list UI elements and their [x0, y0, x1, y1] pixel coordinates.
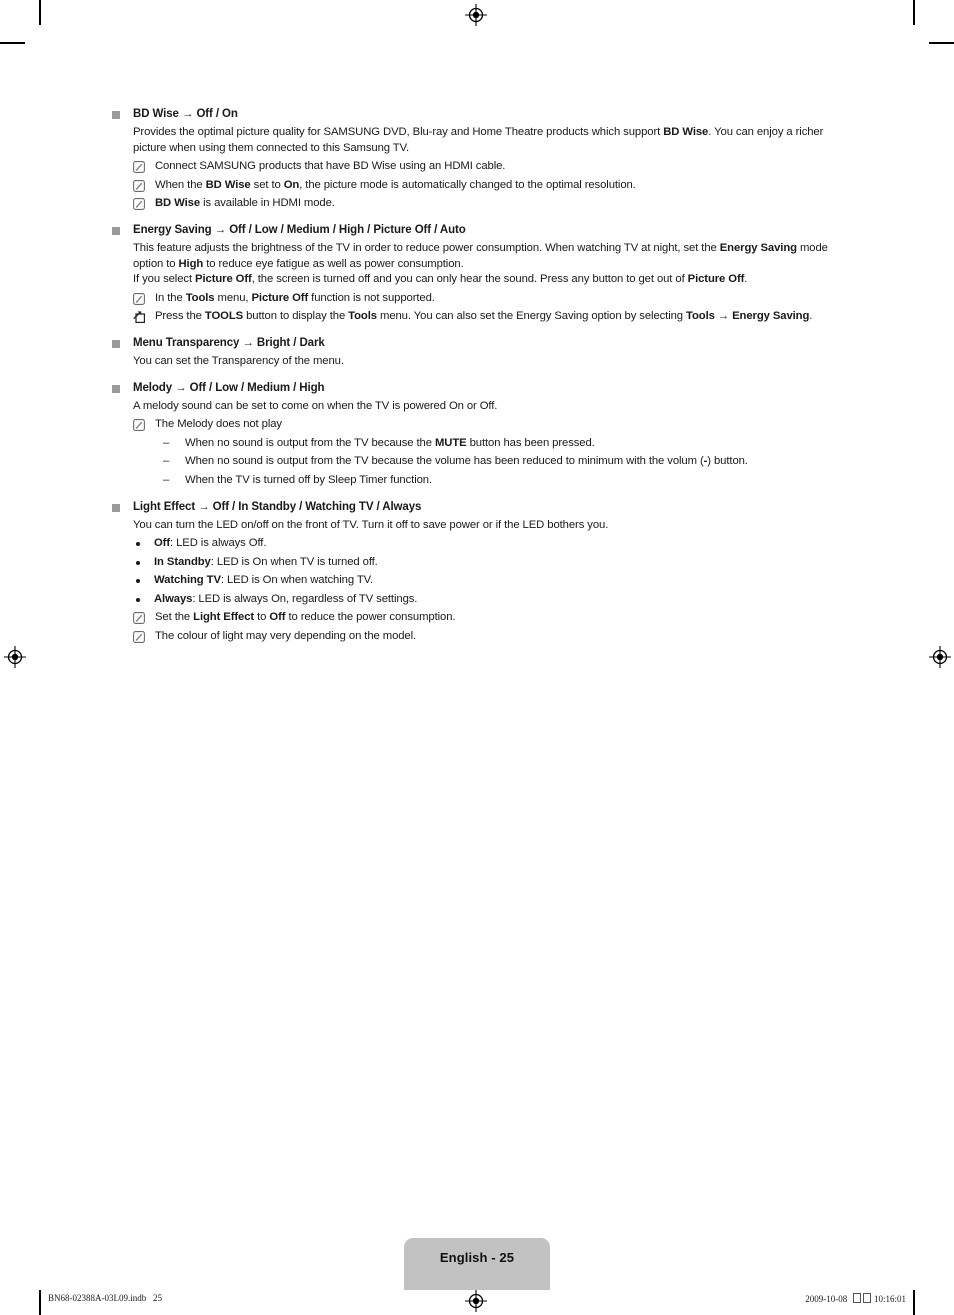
note-item: The colour of light may very depending o…	[133, 629, 840, 645]
section-paragraph: You can set the Transparency of the menu…	[133, 354, 344, 367]
section-heading-row: Menu Transparency → Bright / Dark	[112, 335, 840, 352]
bullet-item: Always: LED is always On, regardless of …	[133, 592, 840, 608]
bullet-item-text: Off: LED is always Off.	[154, 537, 267, 550]
section-heading: Light Effect → Off / In Standby / Watchi…	[133, 500, 422, 513]
note-pencil-icon	[133, 292, 145, 305]
dash-item: – When no sound is output from the TV bec…	[163, 454, 840, 470]
note-item: When the BD Wise set to On, the picture …	[133, 178, 840, 194]
square-bullet-icon	[112, 111, 120, 119]
crop-mark-top-left-vertical	[39, 0, 41, 25]
tools-arrow-icon	[133, 311, 145, 324]
section-paragraph: This feature adjusts the brightness of t…	[133, 241, 828, 270]
square-bullet-icon	[112, 384, 120, 393]
square-bullet-icon	[112, 339, 120, 348]
note-item-text: Connect SAMSUNG products that have BD Wi…	[155, 160, 506, 173]
dash-item: – When the TV is turned off by Sleep Time…	[163, 473, 840, 489]
section-heading-row: Light Effect → Off / In Standby / Watchi…	[112, 499, 840, 516]
bullet-item: In Standby: LED is On when TV is turned …	[133, 555, 840, 571]
note-item-text: The colour of light may very depending o…	[155, 630, 417, 643]
note-item-text: Press the TOOLS button to display the To…	[155, 310, 813, 323]
section-bd-wise: BD Wise → Off / On Provides the optimal p…	[112, 106, 840, 212]
crop-mark-top-right-vertical	[913, 0, 915, 25]
bullet-item-text: In Standby: LED is On when TV is turned …	[154, 555, 378, 568]
note-pencil-icon	[133, 612, 145, 625]
page-number-label: English - 25	[439, 1250, 515, 1265]
note-pencil-icon	[133, 161, 145, 174]
bullet-item-text: Always: LED is always On, regardless of …	[154, 592, 418, 605]
section-paragraph: A melody sound can be set to come on whe…	[133, 399, 498, 412]
note-item: In the Tools menu, Picture Off function …	[133, 291, 840, 307]
section-melody: Melody → Off / Low / Medium / High A melo…	[112, 380, 840, 489]
note-item: The Melody does not play	[133, 417, 840, 433]
bullet-item-text: Watching TV: LED is On when watching TV.	[154, 574, 374, 587]
missing-glyph-icon	[852, 1293, 861, 1303]
crop-mark-bottom-right-vertical	[913, 1290, 915, 1315]
note-pencil-icon	[133, 179, 145, 192]
section-light-effect: Light Effect → Off / In Standby / Watchi…	[112, 499, 840, 645]
registration-mark-right-icon	[929, 646, 951, 668]
footer-date: 2009-10-08	[805, 1294, 848, 1304]
section-menu-transparency: Menu Transparency → Bright / Dark You can…	[112, 335, 840, 370]
section-paragraph: If you select Picture Off, the screen is…	[133, 273, 748, 286]
section-heading-row: Energy Saving → Off / Low / Medium / Hig…	[112, 222, 840, 239]
round-bullet-icon	[136, 542, 140, 547]
footer-timestamp: 2009-10-08 10:16:01	[805, 1293, 906, 1304]
page-number-tab: English - 25	[404, 1238, 550, 1290]
note-item: Press the TOOLS button to display the To…	[133, 309, 840, 325]
section-energy-saving: Energy Saving → Off / Low / Medium / Hig…	[112, 222, 840, 325]
round-bullet-icon	[136, 597, 140, 602]
crop-mark-top-left-horizontal	[0, 42, 25, 44]
page-content: BD Wise → Off / On Provides the optimal p…	[112, 106, 840, 655]
section-heading-row: Melody → Off / Low / Medium / High	[112, 380, 840, 397]
note-item-text: BD Wise is available in HDMI mode.	[155, 197, 335, 210]
dash-item-text: When the TV is turned off by Sleep Timer…	[185, 473, 433, 486]
square-bullet-icon	[112, 503, 120, 512]
round-bullet-icon	[136, 579, 140, 584]
dash-bullet-icon: –	[163, 473, 170, 486]
dash-bullet-icon: –	[163, 455, 170, 468]
footer-time: 10:16:01	[873, 1294, 906, 1304]
note-item: Set the Light Effect to Off to reduce th…	[133, 610, 840, 626]
registration-mark-bottom-icon	[465, 1290, 487, 1312]
note-pencil-icon	[133, 198, 145, 211]
note-item-text: When the BD Wise set to On, the picture …	[155, 178, 636, 191]
note-item: Connect SAMSUNG products that have BD Wi…	[133, 159, 840, 175]
dash-item-text: When no sound is output from the TV beca…	[185, 436, 595, 449]
dash-bullet-icon: –	[163, 436, 170, 449]
note-item-text: The Melody does not play	[155, 418, 282, 431]
missing-glyph-icon	[862, 1293, 871, 1303]
round-bullet-icon	[136, 560, 140, 565]
section-heading: Menu Transparency → Bright / Dark	[133, 336, 325, 349]
crop-mark-bottom-left-vertical	[39, 1290, 41, 1315]
section-paragraph: You can turn the LED on/off on the front…	[133, 518, 609, 531]
note-item-text: In the Tools menu, Picture Off function …	[155, 291, 435, 304]
section-heading: BD Wise → Off / On	[133, 108, 238, 120]
registration-mark-left-icon	[4, 646, 26, 668]
dash-item-text: When no sound is output from the TV beca…	[185, 455, 748, 468]
note-pencil-icon	[133, 631, 145, 644]
footer-file-slug: BN68-02388A-03L09.indb 25	[48, 1293, 162, 1303]
dash-item: – When no sound is output from the TV bec…	[163, 436, 840, 452]
note-item-text: Set the Light Effect to Off to reduce th…	[155, 611, 456, 624]
note-pencil-icon	[133, 419, 145, 432]
note-item: BD Wise is available in HDMI mode.	[133, 196, 840, 212]
bullet-item: Watching TV: LED is On when watching TV.	[133, 573, 840, 589]
section-heading: Melody → Off / Low / Medium / High	[133, 381, 325, 394]
bullet-item: Off: LED is always Off.	[133, 536, 840, 552]
section-heading-row: BD Wise → Off / On	[112, 106, 840, 123]
section-heading: Energy Saving → Off / Low / Medium / Hig…	[133, 223, 466, 236]
section-paragraph: Provides the optimal picture quality for…	[133, 126, 824, 154]
crop-mark-top-right-horizontal	[929, 42, 954, 44]
registration-mark-top-icon	[465, 4, 487, 26]
square-bullet-icon	[112, 226, 120, 235]
